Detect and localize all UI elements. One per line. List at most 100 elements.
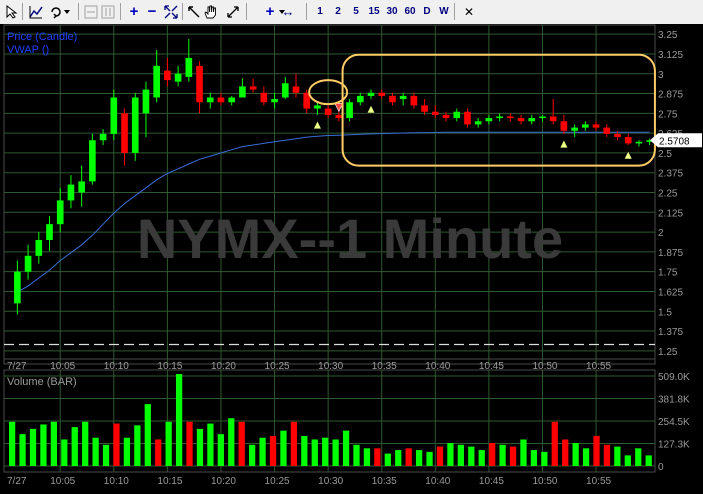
price-tick-label: 2.25 [658,189,678,200]
candle-up [56,200,64,225]
line-chart-icon[interactable] [29,2,43,21]
candle-down [324,108,332,115]
candle-up [35,240,43,256]
legend-entry: VWAP () [7,44,49,56]
period-w-button[interactable]: W [438,2,450,21]
crosshair-button[interactable]: + [264,2,276,21]
volume-time-tick-label: 10:55 [586,476,611,487]
fit-icon[interactable] [164,2,178,21]
period-60-button[interactable]: 60 [402,2,418,21]
price-tick-label: 3 [658,70,664,81]
volume-bar [582,448,590,466]
price-tick-label: 1.25 [658,347,678,358]
volume-bar [228,418,235,466]
volume-bar [249,444,256,466]
volume-bar [374,448,381,466]
volume-bar [635,448,642,466]
volume-bar [123,437,131,466]
candle-up [67,184,75,201]
candle-up [399,95,407,100]
volume-bar [155,439,162,466]
price-tick-label: 1.375 [658,327,683,338]
candle-down [378,92,386,96]
draw-icon[interactable] [187,2,201,21]
volume-bar [572,443,579,466]
candle-up [228,97,236,103]
volume-time-tick-label: 10:10 [104,476,129,487]
cycle-icon[interactable] [48,2,72,21]
candle-up [153,65,160,98]
chart-title-watermark: NYMX--1 Minute [137,207,563,270]
volume-bar [113,423,120,466]
volume-bar [175,374,183,466]
candle-down [624,137,632,144]
gray-1-icon[interactable] [84,2,98,21]
candle-up [635,141,643,144]
volume-time-tick-label: 10:20 [211,476,236,487]
volume-bar [478,450,485,466]
period-15-button[interactable]: 15 [366,2,382,21]
candle-up [367,92,375,96]
candle-up [46,224,53,240]
volume-tick-label: 254.5K [658,417,690,428]
candle-up [528,118,536,122]
volume-bar [405,448,412,466]
volume-bar [489,443,496,466]
zoom-in-button[interactable]: + [128,2,140,21]
volume-bar [520,439,527,466]
volume-bar [447,443,454,466]
candle-down [464,111,471,125]
scroll-button[interactable]: ↔ [281,2,295,21]
candle-up [89,140,96,182]
buy-marker [366,104,376,114]
volume-time-tick-label: 10:30 [318,476,343,487]
time-tick-label: 10:55 [586,361,611,372]
toolbar: + − + ↔ 1 2 5 15 30 60 D W ✕ [0,0,703,25]
toolbar-separator [120,3,121,20]
volume-bar [92,437,99,466]
volume-bar [238,421,245,466]
close-button[interactable]: ✕ [462,2,476,21]
volume-bar [562,439,569,466]
volume-bar [29,428,37,466]
volume-bar [603,444,611,466]
time-tick-label: 7/27 [7,361,27,372]
volume-bar [217,434,224,466]
period-d-button[interactable]: D [421,2,433,21]
candle-up [539,116,546,119]
volume-time-tick-label: 10:50 [532,476,557,487]
volume-time-tick-label: 10:25 [265,476,290,487]
price-tick-label: 1.75 [658,268,678,279]
time-tick-label: 10:30 [318,361,343,372]
volume-bar [363,448,371,466]
volume-bar [9,421,16,466]
volume-tick-label: 509.0K [658,372,690,383]
candle-down [196,65,203,103]
zoom-out-button[interactable]: − [146,2,158,21]
gray-2-icon[interactable] [101,2,115,21]
buy-marker [312,120,322,130]
measure-icon[interactable] [226,2,240,21]
period-5-button[interactable]: 5 [351,2,361,21]
volume-bar [645,455,652,466]
last-price-label: 2.5708 [659,136,690,147]
volume-bar [541,451,548,466]
volume-time-tick-label: 7/27 [7,476,27,487]
cursor-icon[interactable] [4,2,18,21]
period-1-button[interactable]: 1 [315,2,325,21]
volume-bar [311,439,318,466]
volume-bar [19,434,26,466]
candle-down [260,92,268,103]
candle-down [421,105,428,112]
period-2-button[interactable]: 2 [333,2,343,21]
price-tick-label: 3.125 [658,50,683,61]
period-30-button[interactable]: 30 [384,2,400,21]
candle-up [571,127,578,131]
price-tick-label: 2.5 [658,149,672,160]
volume-bar [624,455,631,466]
volume-bar [499,444,506,466]
volume-bar [269,435,277,466]
candle-up [485,118,493,122]
toolbar-separator [78,3,79,20]
hand-icon[interactable] [203,2,217,21]
